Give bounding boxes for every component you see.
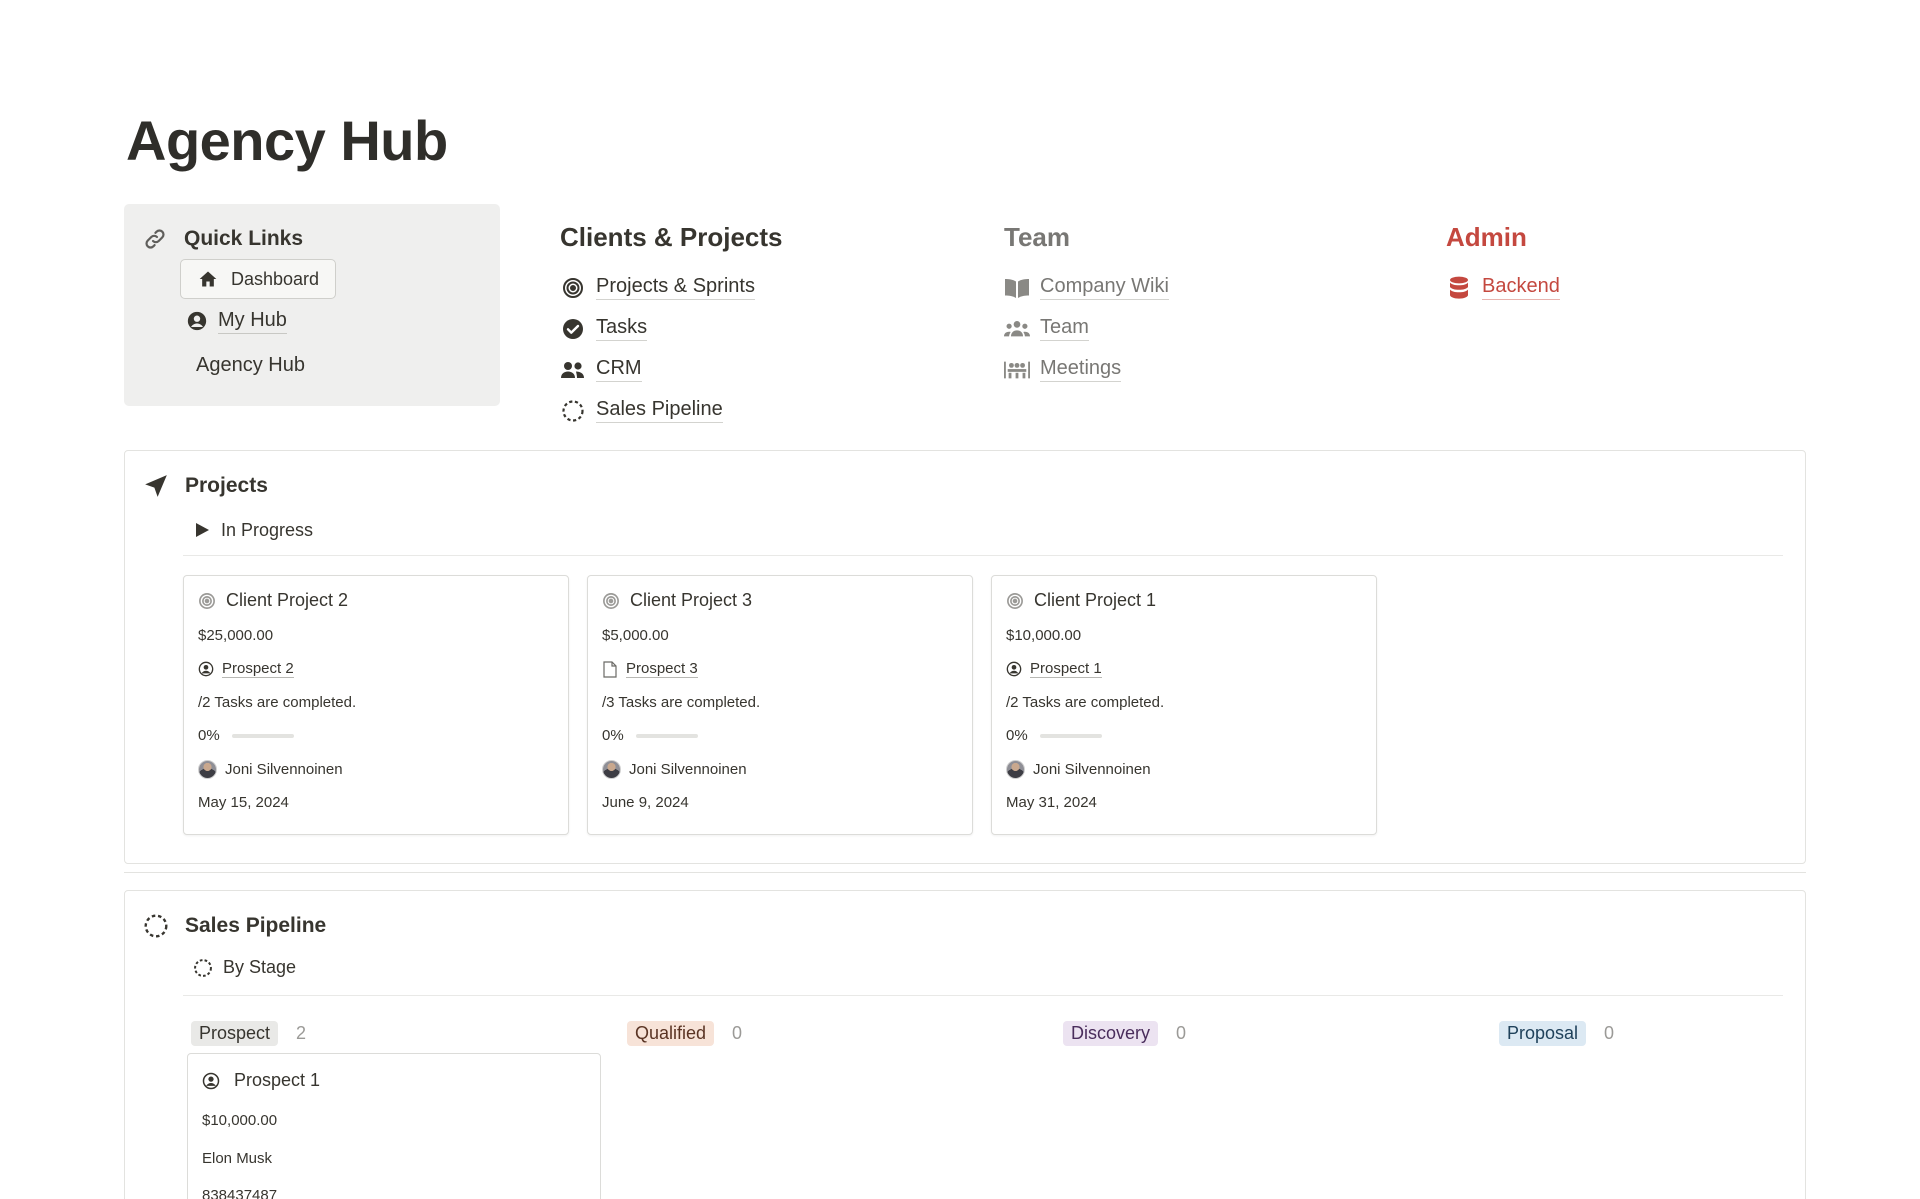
view-divider <box>183 995 1783 996</box>
project-card-title: Client Project 3 <box>602 590 752 611</box>
project-date: May 15, 2024 <box>198 794 289 811</box>
nav-company-wiki[interactable]: Company Wiki <box>1004 267 1169 308</box>
team-nav: Team Company Wiki Team Meetings <box>1004 222 1169 390</box>
check-circle-icon <box>560 316 586 342</box>
nav-meetings[interactable]: Meetings <box>1004 349 1169 390</box>
projects-section: Projects In Progress Client Project 2 $2… <box>124 450 1806 864</box>
target-icon <box>198 592 216 610</box>
target-icon <box>560 275 586 301</box>
view-tab-by-stage[interactable]: By Stage <box>193 957 296 978</box>
target-icon <box>602 592 620 610</box>
dashed-circle-icon <box>560 398 586 424</box>
dashed-circle-icon <box>193 958 213 978</box>
projects-heading: Projects <box>143 473 268 499</box>
sales-pipeline-section: Sales Pipeline By Stage Prospect 2 Quali… <box>124 890 1806 1199</box>
view-divider <box>183 555 1783 556</box>
person-circle-icon <box>198 661 214 677</box>
nav-crm[interactable]: CRM <box>560 349 783 390</box>
avatar <box>198 760 217 779</box>
target-icon <box>1006 592 1024 610</box>
group-icon <box>1004 316 1030 342</box>
nav-tasks[interactable]: Tasks <box>560 308 783 349</box>
avatar <box>1006 760 1025 779</box>
stage-prospect[interactable]: Prospect 2 <box>191 1021 306 1046</box>
project-client[interactable]: Prospect 1 <box>1006 660 1102 678</box>
link-icon <box>142 226 168 252</box>
team-heading: Team <box>1004 222 1070 252</box>
admin-nav: Admin Backend <box>1446 222 1560 308</box>
nav-team[interactable]: Team <box>1004 308 1169 349</box>
play-icon <box>193 517 211 543</box>
project-date: June 9, 2024 <box>602 794 689 811</box>
dashed-circle-icon <box>143 913 169 939</box>
project-progress: 0% <box>602 727 698 744</box>
book-icon <box>1004 275 1030 301</box>
people-icon <box>560 357 586 383</box>
clients-projects-nav: Clients & Projects Projects & Sprints Ta… <box>560 222 783 431</box>
avatar <box>602 760 621 779</box>
quick-links-heading: Quick Links <box>142 226 303 252</box>
progress-bar <box>1039 733 1102 738</box>
progress-bar <box>635 733 698 738</box>
my-hub-link[interactable]: My Hub <box>184 308 287 334</box>
stage-discovery[interactable]: Discovery 0 <box>1063 1021 1186 1046</box>
project-card-title: Client Project 1 <box>1006 590 1156 611</box>
project-budget: $5,000.00 <box>602 627 669 644</box>
project-card[interactable]: Client Project 3 $5,000.00 Prospect 3 /3… <box>587 575 973 835</box>
project-owner: Joni Silvennoinen <box>1006 760 1151 779</box>
sales-pipeline-heading: Sales Pipeline <box>143 913 326 939</box>
agency-hub-link[interactable]: Agency Hub <box>196 354 305 377</box>
page-icon <box>602 660 618 678</box>
section-divider <box>124 872 1806 873</box>
project-date: May 31, 2024 <box>1006 794 1097 811</box>
prospect-contact: Elon Musk <box>202 1150 273 1167</box>
project-client[interactable]: Prospect 2 <box>198 660 294 678</box>
stage-qualified[interactable]: Qualified 0 <box>627 1021 742 1046</box>
page-title: Agency Hub <box>126 109 448 172</box>
clients-projects-heading: Clients & Projects <box>560 222 783 252</box>
project-card[interactable]: Client Project 1 $10,000.00 Prospect 1 /… <box>991 575 1377 835</box>
nav-sales-pipeline[interactable]: Sales Pipeline <box>560 390 783 431</box>
project-tasks-status: /3 Tasks are completed. <box>602 694 761 711</box>
home-icon <box>195 266 221 292</box>
project-tasks-status: /2 Tasks are completed. <box>1006 694 1165 711</box>
project-progress: 0% <box>1006 727 1102 744</box>
meeting-icon <box>1004 357 1030 383</box>
dashboard-button[interactable]: Dashboard <box>180 259 337 299</box>
project-owner: Joni Silvennoinen <box>198 760 343 779</box>
person-circle-icon <box>184 308 210 334</box>
prospect-card[interactable]: Prospect 1 $10,000.00 Elon Musk 83843748… <box>187 1053 601 1199</box>
project-card[interactable]: Client Project 2 $25,000.00 Prospect 2 /… <box>183 575 569 835</box>
nav-backend[interactable]: Backend <box>1446 267 1560 308</box>
project-owner: Joni Silvennoinen <box>602 760 747 779</box>
person-circle-icon <box>1006 661 1022 677</box>
project-progress: 0% <box>198 727 294 744</box>
project-tasks-status: /2 Tasks are completed. <box>198 694 357 711</box>
view-tab-in-progress[interactable]: In Progress <box>193 517 313 543</box>
project-budget: $25,000.00 <box>198 627 274 644</box>
project-card-title: Client Project 2 <box>198 590 348 611</box>
prospect-value: $10,000.00 <box>202 1112 278 1129</box>
project-client[interactable]: Prospect 3 <box>602 660 698 678</box>
database-icon <box>1446 275 1472 301</box>
stage-proposal[interactable]: Proposal 0 <box>1499 1021 1614 1046</box>
quick-links-callout: Quick Links Dashboard My Hub Agency Hub <box>124 204 500 406</box>
project-budget: $10,000.00 <box>1006 627 1082 644</box>
progress-bar <box>231 733 294 738</box>
admin-heading: Admin <box>1446 222 1527 252</box>
navigation-arrow-icon <box>143 473 169 499</box>
person-circle-icon <box>202 1072 220 1090</box>
nav-projects-sprints[interactable]: Projects & Sprints <box>560 267 783 308</box>
prospect-phone: 838437487 <box>202 1187 278 1199</box>
prospect-card-title: Prospect 1 <box>202 1070 320 1091</box>
